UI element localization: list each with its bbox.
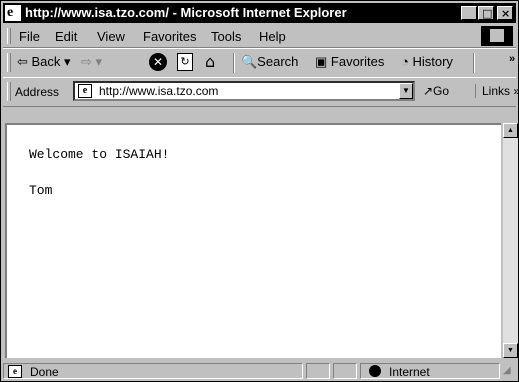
resize-grip[interactable]: ◢ xyxy=(503,365,511,376)
status-pane-security xyxy=(333,363,357,379)
address-dropdown-button[interactable]: ▼ xyxy=(399,83,413,99)
favorites-label: Favorites xyxy=(330,54,385,69)
title-bar[interactable]: e http://www.isa.tzo.com/ - Microsoft In… xyxy=(3,3,516,23)
menu-view[interactable]: View xyxy=(97,29,125,44)
menu-help[interactable]: Help xyxy=(259,29,286,44)
favorites-button[interactable]: ▣ Favorites xyxy=(315,54,384,70)
status-text: Done xyxy=(30,365,59,379)
address-grip[interactable] xyxy=(7,82,11,101)
address-bar: Address e http://www.isa.tzo.com ▼ ↗Go L… xyxy=(3,77,518,107)
close-button[interactable]: × xyxy=(497,6,513,20)
page-icon: e xyxy=(78,84,92,98)
search-button[interactable]: 🔍Search xyxy=(241,54,298,70)
stop-icon[interactable]: ✕ xyxy=(149,53,167,71)
toolbar-grip[interactable] xyxy=(7,53,11,72)
menu-tools[interactable]: Tools xyxy=(211,29,241,44)
toolbar-more-chevron[interactable]: » xyxy=(509,53,515,65)
favorites-icon: ▣ xyxy=(315,54,331,69)
browser-window: e http://www.isa.tzo.com/ - Microsoft In… xyxy=(0,0,519,382)
zone-pane: Internet xyxy=(360,363,500,379)
vertical-scrollbar[interactable]: ▲ ▼ xyxy=(503,123,518,358)
status-bar: e Done Internet ◢ xyxy=(3,361,516,381)
toolbar-separator xyxy=(233,53,235,73)
windows-logo-icon xyxy=(481,26,513,46)
page-content: Welcome to ISAIAH! Tom xyxy=(5,123,501,358)
history-icon: ◔ xyxy=(401,54,413,69)
signature-text: Tom xyxy=(29,183,53,198)
zone-text: Internet xyxy=(389,365,430,379)
menu-favorites[interactable]: Favorites xyxy=(143,29,196,44)
window-title: http://www.isa.tzo.com/ - Microsoft Inte… xyxy=(25,5,347,20)
menu-grip[interactable] xyxy=(7,28,11,44)
status-pane: e Done xyxy=(3,363,303,379)
menu-bar: File Edit View Favorites Tools Help xyxy=(3,25,516,48)
minimize-button[interactable]: _ xyxy=(461,6,477,22)
links-button[interactable]: Links » xyxy=(475,84,518,98)
forward-button[interactable]: ⇨ ▾ xyxy=(81,54,102,70)
menu-file[interactable]: File xyxy=(19,29,40,44)
scroll-down-button[interactable]: ▼ xyxy=(503,343,518,358)
status-pane-progress xyxy=(306,363,330,379)
go-button[interactable]: ↗Go xyxy=(423,84,449,98)
scroll-up-button[interactable]: ▲ xyxy=(503,123,518,138)
menu-edit[interactable]: Edit xyxy=(55,29,77,44)
welcome-text: Welcome to ISAIAH! xyxy=(29,147,170,162)
globe-icon xyxy=(369,365,381,377)
maximize-button[interactable]: □ xyxy=(478,6,494,20)
standard-toolbar: ⇦ Back ▾ ⇨ ▾ ✕ ↻ ⌂ 🔍Search ▣ Favorites ◔… xyxy=(3,48,516,78)
back-button[interactable]: ⇦ Back ▾ xyxy=(17,54,71,70)
refresh-icon[interactable]: ↻ xyxy=(177,53,193,71)
home-icon[interactable]: ⌂ xyxy=(205,52,215,71)
toolbar-separator xyxy=(473,53,475,73)
address-input[interactable]: e http://www.isa.tzo.com ▼ xyxy=(73,81,415,101)
address-label: Address xyxy=(15,85,60,99)
history-label: History xyxy=(412,54,453,69)
page-icon: e xyxy=(8,365,22,378)
ie-page-icon: e xyxy=(5,5,21,21)
address-url[interactable]: http://www.isa.tzo.com xyxy=(99,84,218,98)
history-button[interactable]: ◔ History xyxy=(401,54,453,69)
